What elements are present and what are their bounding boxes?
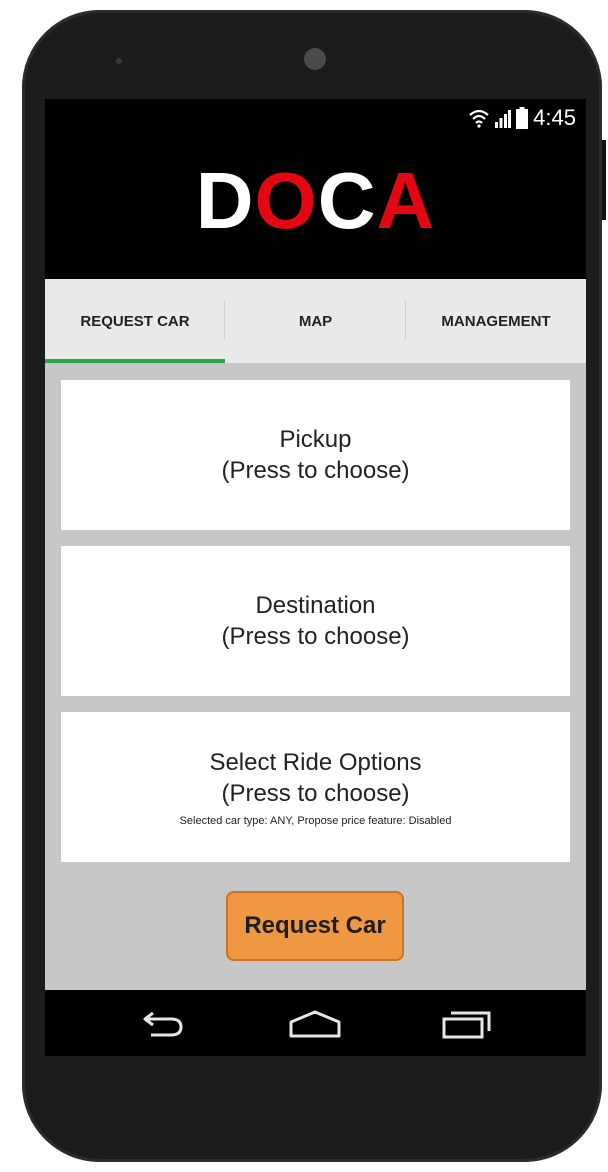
- tab-map[interactable]: MAP: [225, 279, 406, 363]
- sensor-dot: [116, 58, 122, 64]
- app-logo: DOCA: [45, 155, 586, 247]
- card-subtitle: (Press to choose): [221, 457, 410, 484]
- logo-letter: O: [254, 156, 318, 245]
- app-header: DOCA: [45, 135, 586, 279]
- logo-letter: A: [376, 156, 436, 245]
- tab-label: MAP: [298, 312, 333, 330]
- recent-apps-icon[interactable]: [437, 1004, 497, 1044]
- tab-management[interactable]: MANAGEMENT: [406, 279, 586, 363]
- home-icon[interactable]: [285, 1004, 345, 1044]
- tab-label: MANAGEMENT: [441, 312, 551, 330]
- side-button: [602, 140, 606, 220]
- active-tab-indicator: [45, 359, 225, 363]
- card-title: Pickup: [279, 426, 352, 453]
- navigation-bar: [45, 990, 586, 1056]
- tab-label: REQUEST CAR: [80, 312, 190, 330]
- logo-letter: C: [317, 156, 377, 245]
- card-subtitle: (Press to choose): [221, 623, 410, 650]
- signal-icon: [495, 108, 512, 128]
- logo-letter: D: [195, 156, 255, 245]
- request-car-button[interactable]: Request Car: [226, 891, 404, 961]
- ride-options-summary: Selected car type: ANY, Propose price fe…: [179, 815, 452, 827]
- card-title: Destination: [255, 592, 376, 619]
- back-icon[interactable]: [132, 1004, 192, 1044]
- status-time: 4:45: [533, 105, 576, 130]
- battery-icon: [516, 107, 529, 129]
- screen: 4:45 DOCA REQUEST CAR MAP MANAGEMENT Pic…: [45, 99, 586, 1056]
- phone-frame: 4:45 DOCA REQUEST CAR MAP MANAGEMENT Pic…: [22, 10, 606, 1162]
- tab-bar: REQUEST CAR MAP MANAGEMENT: [45, 279, 586, 363]
- ride-options-card[interactable]: Select Ride Options (Press to choose) Se…: [61, 712, 570, 862]
- card-subtitle: (Press to choose): [221, 780, 410, 807]
- wifi-icon: [468, 108, 490, 128]
- tab-request-car[interactable]: REQUEST CAR: [45, 279, 225, 363]
- destination-card[interactable]: Destination (Press to choose): [61, 546, 570, 696]
- front-camera: [304, 48, 326, 70]
- pickup-card[interactable]: Pickup (Press to choose): [61, 380, 570, 530]
- status-bar: 4:45: [45, 99, 586, 135]
- card-title: Select Ride Options: [209, 749, 422, 776]
